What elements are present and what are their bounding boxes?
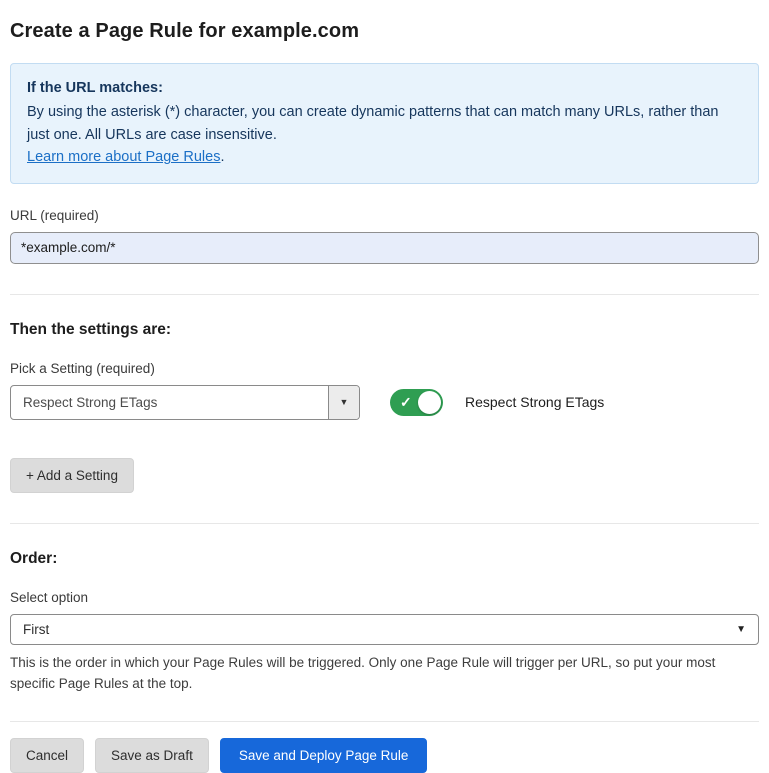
info-box-heading: If the URL matches: (27, 77, 742, 99)
add-setting-button[interactable]: + Add a Setting (10, 458, 134, 493)
link-period: . (220, 149, 224, 165)
pick-setting-label: Pick a Setting (required) (10, 361, 759, 376)
url-match-info-box: If the URL matches: By using the asteris… (10, 63, 759, 184)
order-select-label: Select option (10, 590, 759, 605)
order-help-text: This is the order in which your Page Rul… (10, 653, 755, 695)
divider (10, 523, 759, 524)
order-select[interactable]: First ▼ (10, 614, 759, 645)
toggle-group: ✓ Respect Strong ETags (390, 389, 604, 416)
order-heading: Order: (10, 550, 759, 568)
setting-select-caret-button[interactable]: ▼ (328, 386, 359, 419)
info-link-line: Learn more about Page Rules. (27, 149, 225, 165)
toggle-label: Respect Strong ETags (465, 394, 604, 410)
cancel-button[interactable]: Cancel (10, 738, 84, 773)
page-rule-form: Create a Page Rule for example.com If th… (0, 0, 769, 773)
settings-heading: Then the settings are: (10, 321, 759, 339)
check-icon: ✓ (400, 393, 412, 411)
footer-actions: Cancel Save as Draft Save and Deploy Pag… (10, 738, 759, 773)
setting-select-value: Respect Strong ETags (11, 386, 328, 419)
respect-strong-etags-toggle[interactable]: ✓ (390, 389, 443, 416)
caret-down-icon: ▼ (340, 397, 349, 407)
save-and-deploy-button[interactable]: Save and Deploy Page Rule (220, 738, 428, 773)
url-input[interactable] (10, 232, 759, 264)
setting-row: Respect Strong ETags ▼ ✓ Respect Strong … (10, 385, 759, 420)
divider (10, 294, 759, 295)
setting-select[interactable]: Respect Strong ETags ▼ (10, 385, 360, 420)
info-box-body: By using the asterisk (*) character, you… (27, 101, 742, 146)
save-as-draft-button[interactable]: Save as Draft (95, 738, 209, 773)
order-select-value: First (23, 622, 49, 637)
toggle-knob (418, 391, 441, 414)
divider (10, 721, 759, 722)
url-field-label: URL (required) (10, 208, 759, 223)
page-title: Create a Page Rule for example.com (10, 20, 759, 43)
chevron-down-icon: ▼ (736, 624, 746, 635)
learn-more-link[interactable]: Learn more about Page Rules (27, 149, 220, 165)
